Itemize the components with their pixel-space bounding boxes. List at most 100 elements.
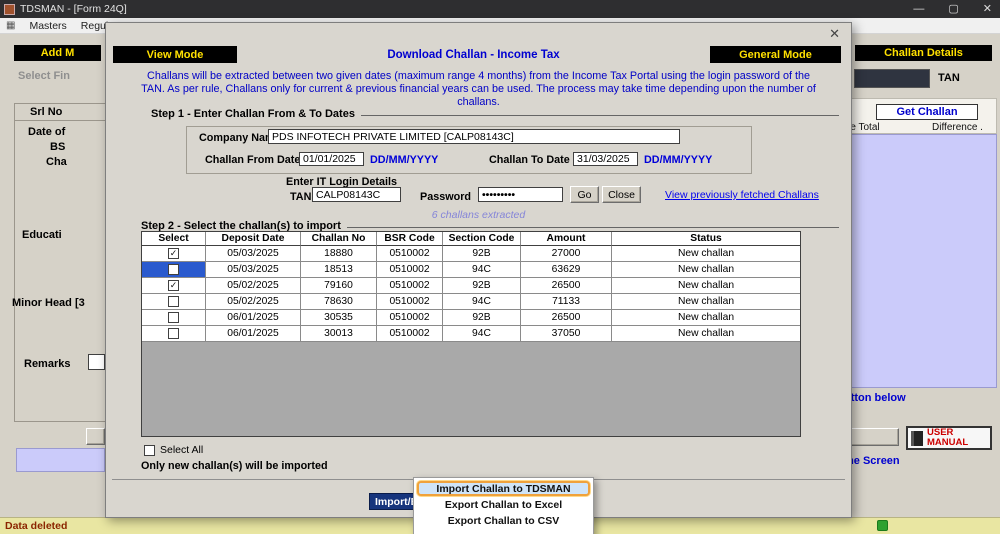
bsr-code-cell: 0510002: [377, 326, 443, 342]
close-icon[interactable]: ✕: [983, 0, 992, 18]
dialog-close-icon[interactable]: ✕: [829, 26, 840, 42]
row-select-cell[interactable]: [142, 310, 206, 326]
add-button[interactable]: Add M: [14, 45, 101, 61]
view-previous-challans-link[interactable]: View previously fetched Challans: [665, 189, 819, 201]
education-label: Educati: [22, 229, 62, 241]
challan-table-row[interactable]: 06/01/202530013051000294C37050New challa…: [142, 326, 800, 342]
challan-no-cell: 18513: [301, 262, 377, 278]
date-of-label: Date of: [28, 126, 65, 138]
to-date-input[interactable]: 31/03/2025: [573, 152, 638, 166]
maximize-icon[interactable]: ▢: [948, 0, 958, 18]
amount-cell: 26500: [521, 278, 612, 294]
user-manual-button[interactable]: USER MANUAL: [906, 426, 992, 450]
row-select-cell[interactable]: ✓: [142, 246, 206, 262]
select-all-checkbox[interactable]: [144, 445, 155, 456]
me-screen-label: me Screen: [844, 455, 900, 467]
company-name-input[interactable]: PDS INFOTECH PRIVATE LIMITED [CALP08143C…: [268, 129, 680, 144]
row-checkbox[interactable]: [168, 264, 179, 275]
deposit-date-cell: 05/02/2025: [206, 294, 301, 310]
status-cell: New challan: [612, 294, 800, 310]
deposit-date-cell: 05/03/2025: [206, 246, 301, 262]
menu-item-import-challan-to-tdsman[interactable]: Import Challan to TDSMAN: [417, 481, 590, 496]
col-header-select: Select: [142, 232, 206, 246]
challan-no-cell: 30013: [301, 326, 377, 342]
minimize-icon[interactable]: —: [913, 0, 924, 18]
row-checkbox[interactable]: [168, 312, 179, 323]
srl-no-header: Srl No: [30, 106, 62, 118]
general-mode-button[interactable]: General Mode: [710, 46, 841, 63]
section-code-cell: 94C: [443, 326, 521, 342]
row-checkbox[interactable]: ✓: [168, 280, 179, 291]
challan-table-row[interactable]: 05/03/202518513051000294C63629New challa…: [142, 262, 800, 278]
challan-table-row[interactable]: 06/01/202530535051000292B26500New challa…: [142, 310, 800, 326]
dialog-header: View Mode Download Challan - Income Tax …: [113, 46, 841, 63]
bsr-label: BS: [50, 141, 65, 153]
menu-grid-icon[interactable]: ▦: [6, 20, 15, 31]
row-checkbox[interactable]: ✓: [168, 248, 179, 259]
challan-no-cell: 18880: [301, 246, 377, 262]
password-label: Password: [420, 191, 471, 203]
status-cell: New challan: [612, 262, 800, 278]
deposit-date-cell: 05/02/2025: [206, 278, 301, 294]
select-financial-label: Select Fin: [18, 70, 70, 82]
tan-label: TAN: [290, 191, 311, 203]
menu-item-export-challan-to-excel[interactable]: Export Challan to Excel: [417, 497, 590, 512]
titlebar: TDSMAN - [Form 24Q] — ▢ ✕: [0, 0, 1000, 18]
menu-item-export-challan-to-csv[interactable]: Export Challan to CSV: [417, 513, 590, 528]
password-input[interactable]: •••••••••: [478, 187, 563, 202]
button-below-label: utton below: [844, 392, 906, 404]
menu-item-masters[interactable]: Masters: [29, 20, 66, 32]
dialog-title: Download Challan - Income Tax: [237, 46, 710, 63]
tan-input[interactable]: CALP08143C: [312, 187, 401, 202]
bsr-code-cell: 0510002: [377, 262, 443, 278]
row-select-cell[interactable]: ✓: [142, 278, 206, 294]
amount-cell: 27000: [521, 246, 612, 262]
minor-head-label: Minor Head [3: [12, 297, 85, 309]
difference-label: Difference .: [932, 122, 983, 133]
to-date-label: Challan To Date: [489, 154, 570, 166]
remarks-input[interactable]: [88, 354, 105, 370]
tray-icon[interactable]: [877, 520, 888, 531]
challan-no-cell: 78630: [301, 294, 377, 310]
tan-selector[interactable]: [854, 69, 930, 88]
tan-bg-label: TAN: [938, 72, 960, 84]
challan-table-row[interactable]: ✓05/02/202579160051000292B26500New chall…: [142, 278, 800, 294]
bsr-code-cell: 0510002: [377, 310, 443, 326]
close-button[interactable]: Close: [602, 186, 641, 203]
status-message: Data deleted: [5, 520, 67, 532]
import-note: Only new challan(s) will be imported: [141, 460, 328, 472]
to-date-format: DD/MM/YYYY: [644, 154, 712, 166]
deposit-date-cell: 05/03/2025: [206, 262, 301, 278]
deposit-date-cell: 06/01/2025: [206, 310, 301, 326]
application-window: TDSMAN - [Form 24Q] — ▢ ✕ ▦ Masters Regu…: [0, 0, 1000, 534]
row-checkbox[interactable]: [168, 328, 179, 339]
go-button[interactable]: Go: [570, 186, 599, 203]
from-date-input[interactable]: 01/01/2025: [299, 152, 364, 166]
bsr-code-cell: 0510002: [377, 278, 443, 294]
col-header-status: Status: [612, 232, 800, 246]
challan-details-button[interactable]: Challan Details: [855, 45, 992, 61]
left-bottom-button[interactable]: [86, 428, 105, 445]
from-date-label: Challan From Date: [205, 154, 300, 166]
from-date-format: DD/MM/YYYY: [370, 154, 438, 166]
download-challan-dialog: ✕ View Mode Download Challan - Income Ta…: [105, 22, 852, 518]
left-bottom-panel: [16, 448, 105, 472]
step1-rule: [361, 115, 839, 116]
row-select-cell[interactable]: [142, 262, 206, 278]
dialog-info-text: Challans will be extracted between two g…: [134, 70, 823, 110]
deposit-date-cell: 06/01/2025: [206, 326, 301, 342]
challan-table-row[interactable]: 05/02/202578630051000294C71133New challa…: [142, 294, 800, 310]
amount-cell: 26500: [521, 310, 612, 326]
user-manual-line2: MANUAL: [927, 437, 968, 448]
row-select-cell[interactable]: [142, 294, 206, 310]
get-challan-button[interactable]: Get Challan: [876, 104, 978, 120]
view-mode-button[interactable]: View Mode: [113, 46, 237, 63]
row-select-cell[interactable]: [142, 326, 206, 342]
challan-table-row[interactable]: ✓05/03/202518880051000292B27000New chall…: [142, 246, 800, 262]
status-cell: New challan: [612, 310, 800, 326]
row-checkbox[interactable]: [168, 296, 179, 307]
challan-no-cell: 30535: [301, 310, 377, 326]
col-header-challan-no: Challan No: [301, 232, 377, 246]
amount-cell: 71133: [521, 294, 612, 310]
window-controls: — ▢ ✕: [913, 0, 992, 18]
